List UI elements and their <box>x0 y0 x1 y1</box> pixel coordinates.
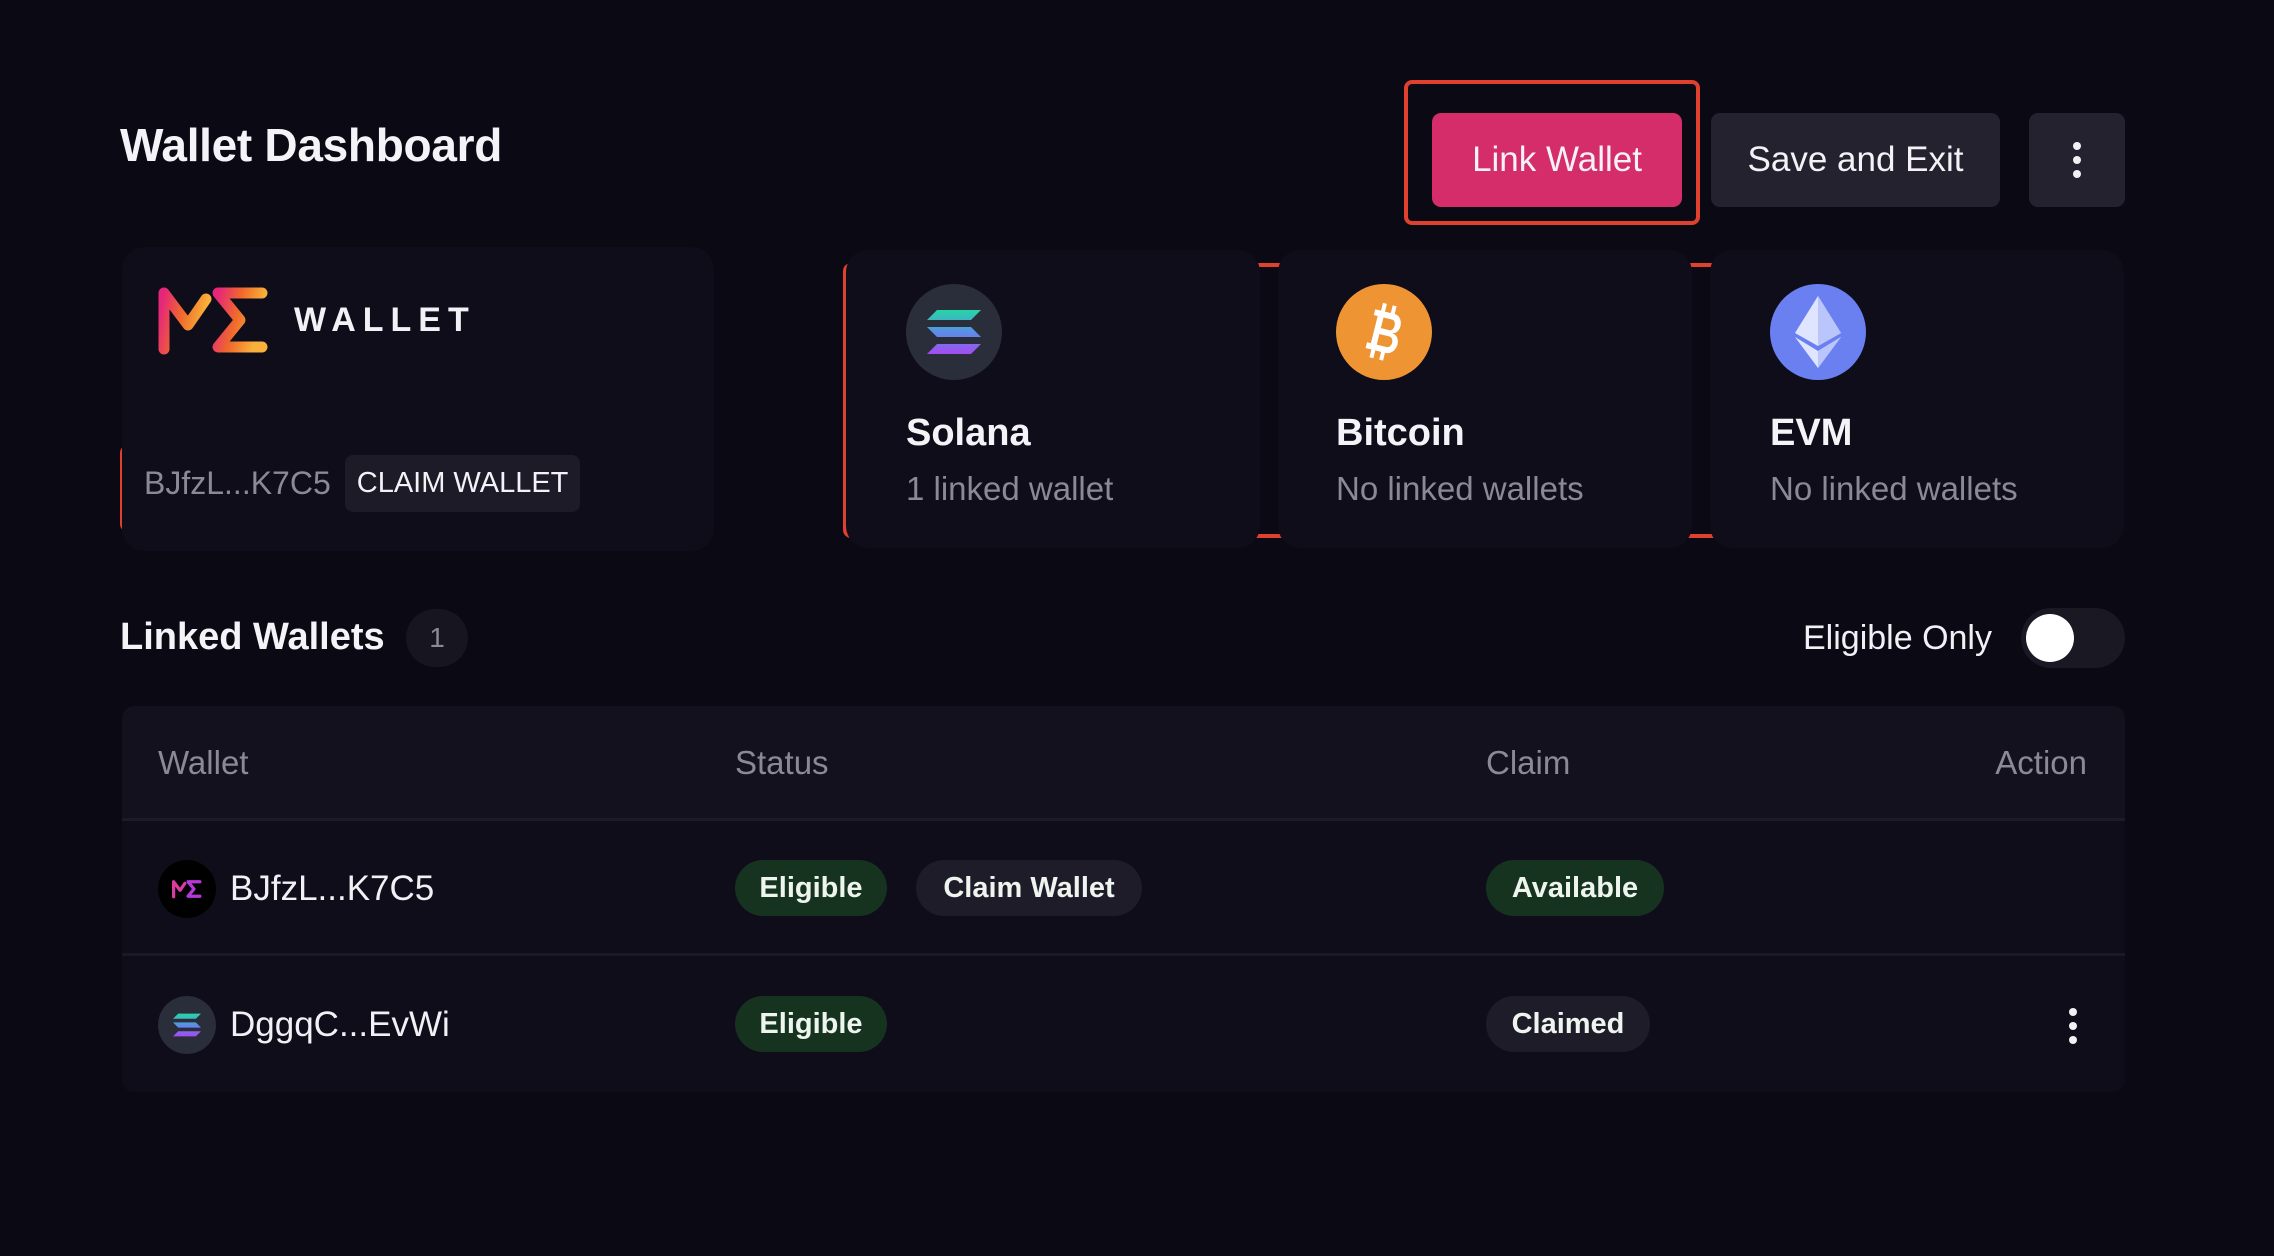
linked-wallets-table: Wallet Status Claim Action BJfzL...K7C5 … <box>122 706 2125 1092</box>
claim-wallet-pill-button[interactable]: Claim Wallet <box>916 860 1142 916</box>
chain-linked-count: No linked wallets <box>1336 470 1584 507</box>
chain-name: Bitcoin <box>1336 412 1465 454</box>
me-wallet-logo: WALLET <box>158 285 476 355</box>
solana-icon <box>158 996 216 1054</box>
more-options-button[interactable] <box>2029 113 2125 207</box>
status-badge-eligible: Eligible <box>735 860 887 916</box>
kebab-vertical-icon <box>2073 142 2081 178</box>
kebab-vertical-icon <box>2069 1008 2077 1044</box>
column-header-claim: Claim <box>1486 744 1571 781</box>
chain-name: Solana <box>906 412 1031 454</box>
wallet-address: DggqC...EvWi <box>230 1005 450 1044</box>
chain-linked-count: 1 linked wallet <box>906 470 1114 507</box>
table-header: Wallet Status Claim Action <box>122 706 2125 821</box>
me-wallet-wordmark: WALLET <box>294 300 476 339</box>
chain-card-evm[interactable]: EVM No linked wallets <box>1710 250 2124 548</box>
claim-wallet-button[interactable]: CLAIM WALLET <box>344 455 581 512</box>
table-row: BJfzL...K7C5 Eligible Claim Wallet Avail… <box>122 821 2125 956</box>
magic-eden-icon <box>158 860 216 918</box>
row-actions-button[interactable] <box>2058 1001 2088 1051</box>
link-wallet-label: Link Wallet <box>1472 140 1642 179</box>
magic-eden-logo-icon <box>158 287 268 355</box>
me-wallet-address: BJfzL...K7C5 <box>144 465 331 501</box>
wallet-address: BJfzL...K7C5 <box>230 869 435 908</box>
solana-icon <box>906 284 1002 380</box>
eligible-only-label: Eligible Only <box>1803 619 1992 657</box>
table-row: DggqC...EvWi Eligible Claimed <box>122 957 2125 1092</box>
chain-linked-count: No linked wallets <box>1770 470 2018 507</box>
me-wallet-card: WALLET BJfzL...K7C5 CLAIM WALLET <box>122 247 714 551</box>
claim-wallet-row: BJfzL...K7C5 CLAIM WALLET <box>144 455 581 512</box>
chain-card-bitcoin[interactable]: Bitcoin No linked wallets <box>1278 250 1692 548</box>
column-header-action: Action <box>1995 744 2087 781</box>
linked-wallets-title: Linked Wallets <box>120 616 385 658</box>
chain-name: EVM <box>1770 412 1853 454</box>
chain-card-solana[interactable]: Solana 1 linked wallet <box>846 250 1260 548</box>
column-header-status: Status <box>735 744 829 781</box>
link-wallet-button[interactable]: Link Wallet <box>1432 113 1682 207</box>
column-header-wallet: Wallet <box>158 744 249 781</box>
save-and-exit-label: Save and Exit <box>1747 140 1964 179</box>
linked-wallets-count-badge: 1 <box>406 609 468 667</box>
save-and-exit-button[interactable]: Save and Exit <box>1711 113 2000 207</box>
toggle-knob <box>2026 614 2074 662</box>
claim-badge-available: Available <box>1486 860 1664 916</box>
ethereum-icon <box>1770 284 1866 380</box>
eligible-only-toggle[interactable] <box>2021 608 2125 668</box>
claim-badge-claimed: Claimed <box>1486 996 1650 1052</box>
status-badge-eligible: Eligible <box>735 996 887 1052</box>
bitcoin-icon <box>1336 284 1432 380</box>
page-title: Wallet Dashboard <box>120 119 502 171</box>
